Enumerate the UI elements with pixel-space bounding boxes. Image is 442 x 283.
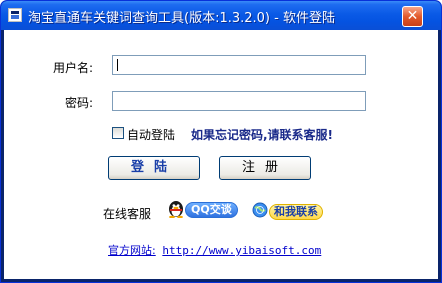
username-input[interactable]	[112, 55, 366, 75]
window-title: 淘宝直通车关键词查询工具(版本:1.3.2.0) - 软件登陆	[28, 11, 335, 26]
text-caret	[117, 59, 118, 71]
login-button[interactable]: 登陆	[108, 156, 200, 180]
online-support-label: 在线客服	[103, 207, 152, 221]
password-input[interactable]	[112, 91, 366, 111]
official-site-url: http://www.yibaisoft.com	[162, 244, 322, 257]
forgot-password-hint: 如果忘记密码,请联系客服!	[191, 128, 334, 142]
close-icon: ✕	[406, 8, 419, 24]
qq-chat-label: QQ交谈	[185, 202, 238, 218]
title-bar[interactable]: 淘宝直通车关键词查询工具(版本:1.3.2.0) - 软件登陆 ✕	[1, 1, 441, 30]
qq-penguin-icon	[169, 201, 183, 218]
qq-chat-button[interactable]: QQ交谈	[167, 199, 241, 219]
username-label: 用户名:	[53, 61, 94, 75]
contact-me-button[interactable]: 和我联系	[252, 201, 326, 221]
official-site-link[interactable]: 官方网站: http://www.yibaisoft.com	[108, 242, 321, 258]
close-button[interactable]: ✕	[402, 6, 423, 27]
app-icon	[8, 8, 22, 22]
contact-me-label: 和我联系	[269, 204, 323, 220]
official-site-label: 官方网站:	[108, 244, 156, 257]
auto-login-checkbox[interactable]	[112, 127, 124, 139]
password-label: 密码:	[65, 96, 94, 110]
login-panel: 用户名: 密码: 自动登陆 如果忘记密码,请联系客服! 登陆 注册 在线客服 Q…	[4, 30, 438, 279]
login-window: 淘宝直通车关键词查询工具(版本:1.3.2.0) - 软件登陆 ✕ 用户名: 密…	[0, 0, 442, 283]
register-button[interactable]: 注册	[219, 156, 311, 180]
auto-login-label[interactable]: 自动登陆	[127, 126, 175, 143]
globe-icon	[252, 202, 268, 218]
